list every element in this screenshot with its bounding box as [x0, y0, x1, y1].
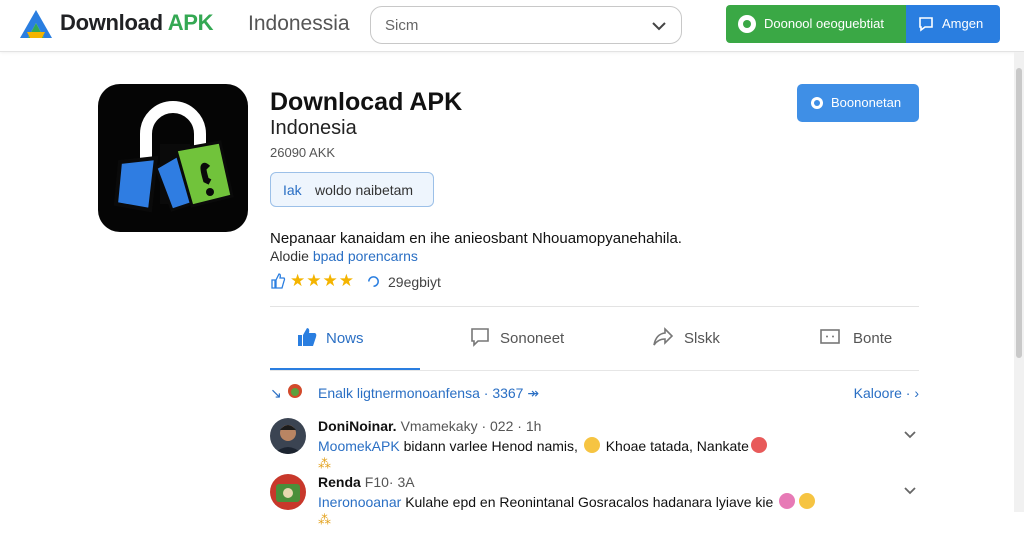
post-handle[interactable]: MoomekAPK	[318, 438, 400, 454]
feed-prefix: ↘	[270, 385, 282, 401]
thumbs-up-icon	[298, 328, 317, 346]
feed-more-link[interactable]: Kaloore · ›	[854, 385, 919, 401]
search-input[interactable]: Sicm	[370, 6, 682, 44]
post-reaction: ⁂	[318, 512, 331, 527]
brand-name[interactable]: Download APK	[60, 10, 214, 36]
emoji-icon	[583, 437, 600, 453]
feed-filter-row: ↘ Enalk ligtnermonoanfensa · 3367 ↠ Kalo…	[270, 383, 919, 403]
post-handle[interactable]: Ineronooanar	[318, 494, 401, 510]
app-meta: 26090 AKK	[270, 145, 336, 160]
description-link[interactable]: bpad porencarns	[313, 248, 418, 264]
brand-apk-text: APK	[167, 10, 214, 35]
avatar[interactable]	[270, 474, 306, 510]
app-icon	[98, 84, 248, 232]
download-circle-icon	[738, 15, 756, 33]
tag-key: Iak	[283, 182, 302, 198]
tab-news[interactable]: Nows	[296, 322, 406, 356]
search-circle-icon	[811, 97, 823, 109]
tag-badge[interactable]: Iak woldo naibetam	[270, 172, 434, 207]
comment-icon	[471, 328, 489, 347]
post-time: F10· 3A	[364, 474, 415, 490]
top-bar: Download APK Indonessia Sicm Doonool oeo…	[0, 0, 1024, 52]
page-scrollbar[interactable]	[1014, 52, 1024, 512]
share-icon	[653, 327, 674, 346]
tab-more[interactable]: Bonte	[819, 322, 919, 356]
tab-label: Sononeet	[500, 330, 565, 347]
avatar[interactable]	[270, 418, 306, 454]
chevron-down-icon[interactable]	[903, 484, 917, 498]
app-description-line2: Alodie bpad porencarns	[270, 248, 418, 264]
brand-main-text: Download	[60, 10, 163, 35]
search-value: Sicm	[385, 17, 419, 34]
region-label: Indonessia	[248, 12, 350, 35]
feed-post[interactable]: Renda F10· 3A Ineronooanar Kulahe epd en …	[270, 474, 919, 534]
app-description: Nepanaar kanaidam en ihe anieosbant Nhou…	[270, 230, 682, 247]
download-button-label: Doonool oeoguebtiat	[764, 16, 884, 31]
globe-icon	[288, 384, 302, 398]
section-divider	[270, 306, 919, 307]
post-author: DoniNoinar. Vmamekaky · 022 · 1h	[318, 418, 541, 434]
author-name[interactable]: DoniNoinar.	[318, 418, 397, 434]
action-button[interactable]: Boononetan	[797, 84, 919, 122]
secondary-button[interactable]: Amgen	[906, 5, 1000, 43]
author-name[interactable]: Renda	[318, 474, 361, 490]
chevron-down-icon[interactable]	[903, 428, 917, 442]
tab-label: Bonte	[853, 330, 893, 347]
rating-count: 29egbiyt	[388, 274, 441, 290]
tab-comments[interactable]: Sononeet	[469, 322, 589, 356]
post-body-2: Khoae tatada, Nankate	[605, 438, 749, 454]
action-button-label: Boononetan	[831, 95, 902, 110]
smile-emoji-icon	[799, 493, 816, 509]
download-button[interactable]: Doonool oeoguebtiat	[726, 5, 906, 43]
tab-label: Nows	[326, 330, 364, 347]
secondary-button-label: Amgen	[942, 16, 984, 31]
post-author: Renda F10· 3A	[318, 474, 415, 490]
refresh-icon[interactable]	[366, 274, 381, 289]
tab-share[interactable]: Slskk	[652, 322, 752, 356]
app-subtitle: Indonesia	[270, 117, 357, 139]
description-prefix: Alodie	[270, 248, 309, 264]
tabs-divider	[270, 370, 919, 371]
download-apk-logo-icon[interactable]	[18, 8, 54, 40]
post-time: Vmamekaky · 022 · 1h	[400, 418, 542, 434]
post-text: MoomekAPK bidann varlee Henod namis, Kho…	[318, 437, 769, 454]
tag-value: woldo naibetam	[315, 182, 414, 198]
emoji-icon	[779, 493, 796, 509]
feed-post[interactable]: DoniNoinar. Vmamekaky · 022 · 1h MoomekAP…	[270, 418, 919, 478]
feed-filter-text[interactable]: Enalk ligtnermonoanfensa · 3367 ↠	[318, 385, 539, 402]
post-body: bidann varlee Henod namis,	[403, 438, 578, 454]
thumbs-up-icon[interactable]	[270, 273, 286, 289]
post-body: Kulahe epd en Reonintanal Gosracalos had…	[405, 494, 774, 510]
padlock-icon	[113, 101, 234, 213]
chat-icon	[919, 17, 933, 32]
chevron-down-icon[interactable]	[651, 18, 667, 34]
scrollbar-thumb[interactable]	[1016, 68, 1022, 358]
tab-label: Slskk	[684, 330, 720, 347]
rating-stars: ★★★★	[290, 271, 355, 290]
screen-icon	[820, 329, 840, 344]
heart-emoji-icon	[750, 437, 767, 453]
post-reaction: ⁂	[318, 456, 331, 471]
post-text: Ineronooanar Kulahe epd en Reonintanal G…	[318, 493, 817, 510]
app-title: Downlocad APK	[270, 88, 463, 116]
